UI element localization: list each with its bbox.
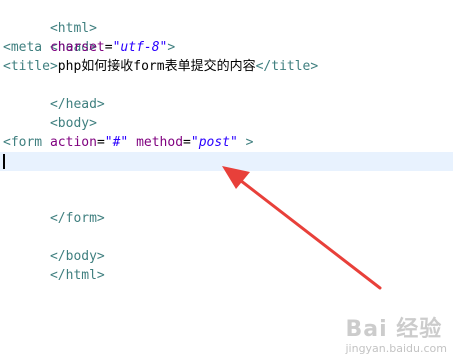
watermark-logo: Bai 经验 jingyan.baidu.com: [345, 319, 447, 358]
code-editor[interactable]: <html> <head> <meta charset="utf-8"> <ti…: [0, 0, 453, 364]
watermark-url: jingyan.baidu.com: [345, 342, 447, 355]
red-arrow-icon: [222, 166, 382, 290]
